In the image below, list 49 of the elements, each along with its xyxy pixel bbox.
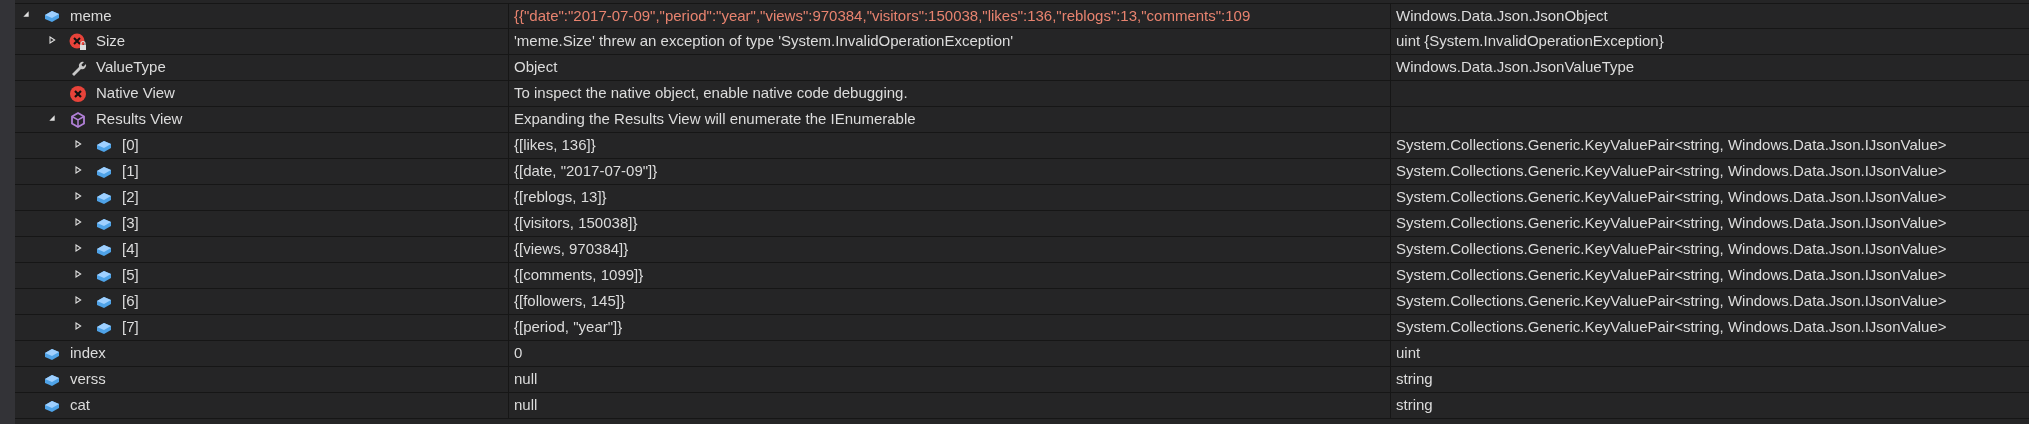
type-text: System.Collections.Generic.KeyValuePair<string, Windows.Data.Json.IJsonValue> — [1396, 161, 1947, 182]
type-text: System.Collections.Generic.KeyValuePair<string, Windows.Data.Json.IJsonValue> — [1396, 135, 1947, 156]
type-text: System.Collections.Generic.KeyValuePair<string, Windows.Data.Json.IJsonValue> — [1396, 187, 1947, 208]
variable-name: [3] — [122, 213, 139, 234]
variable-name: cat — [70, 395, 90, 416]
value-text: To inspect the native object, enable native code debugging. — [514, 83, 908, 104]
type-text: uint {System.InvalidOperationException} — [1396, 31, 1664, 52]
type-text: string — [1396, 369, 1433, 390]
type-text: System.Collections.Generic.KeyValuePair<string, Windows.Data.Json.IJsonValue> — [1396, 239, 1947, 260]
value-text: Expanding the Results View will enumerate the IEnumerable — [514, 109, 916, 130]
value-text: {[date, "2017-07-09"]} — [514, 161, 658, 182]
value-text: null — [514, 395, 538, 416]
value-text: 0 — [514, 343, 523, 364]
type-text: Windows.Data.Json.JsonObject — [1396, 5, 1608, 26]
type-text: uint — [1396, 343, 1421, 364]
variable-name: verss — [70, 369, 106, 390]
variable-name: [1] — [122, 161, 139, 182]
variable-name: [4] — [122, 239, 139, 260]
value-text: {[visitors, 150038]} — [514, 213, 638, 234]
type-text: System.Collections.Generic.KeyValuePair<string, Windows.Data.Json.IJsonValue> — [1396, 317, 1947, 338]
type-text: Windows.Data.Json.JsonValueType — [1396, 57, 1635, 78]
error-icon — [69, 84, 87, 103]
variable-name: [6] — [122, 291, 139, 312]
value-text: {[followers, 145]} — [514, 291, 625, 312]
variable-name: meme — [70, 5, 112, 26]
variable-name: [0] — [122, 135, 139, 156]
value-text: {[comments, 1099]} — [514, 265, 644, 286]
variable-name: ValueType — [96, 57, 166, 78]
type-text: System.Collections.Generic.KeyValuePair<string, Windows.Data.Json.IJsonValue> — [1396, 213, 1947, 234]
value-text: null — [514, 369, 538, 390]
variable-name: [7] — [122, 317, 139, 338]
error-lock-icon — [69, 32, 87, 51]
type-text: System.Collections.Generic.KeyValuePair<string, Windows.Data.Json.IJsonValue> — [1396, 265, 1947, 286]
value-text: Object — [514, 57, 558, 78]
value-text: {[views, 970384]} — [514, 239, 629, 260]
variable-name: [5] — [122, 265, 139, 286]
type-text: System.Collections.Generic.KeyValuePair<string, Windows.Data.Json.IJsonValue> — [1396, 291, 1947, 312]
variable-name: index — [70, 343, 106, 364]
value-text: {{"date":"2017-07-09","period":"year","views":970384,"visitors":150038,"likes":136,"reblogs":13,"comments":109 — [514, 5, 1251, 26]
value-text: {[period, "year"]} — [514, 317, 623, 338]
type-text: string — [1396, 395, 1433, 416]
value-text: {[reblogs, 13]} — [514, 187, 607, 208]
cube-outline-icon — [69, 110, 87, 129]
variable-name: [2] — [122, 187, 139, 208]
value-text: {[likes, 136]} — [514, 135, 596, 156]
variable-name: Native View — [96, 83, 175, 104]
value-text: 'meme.Size' threw an exception of type 'System.InvalidOperationException' — [514, 31, 1014, 52]
variable-name: Size — [96, 31, 126, 52]
variable-name: Results View — [96, 109, 183, 130]
